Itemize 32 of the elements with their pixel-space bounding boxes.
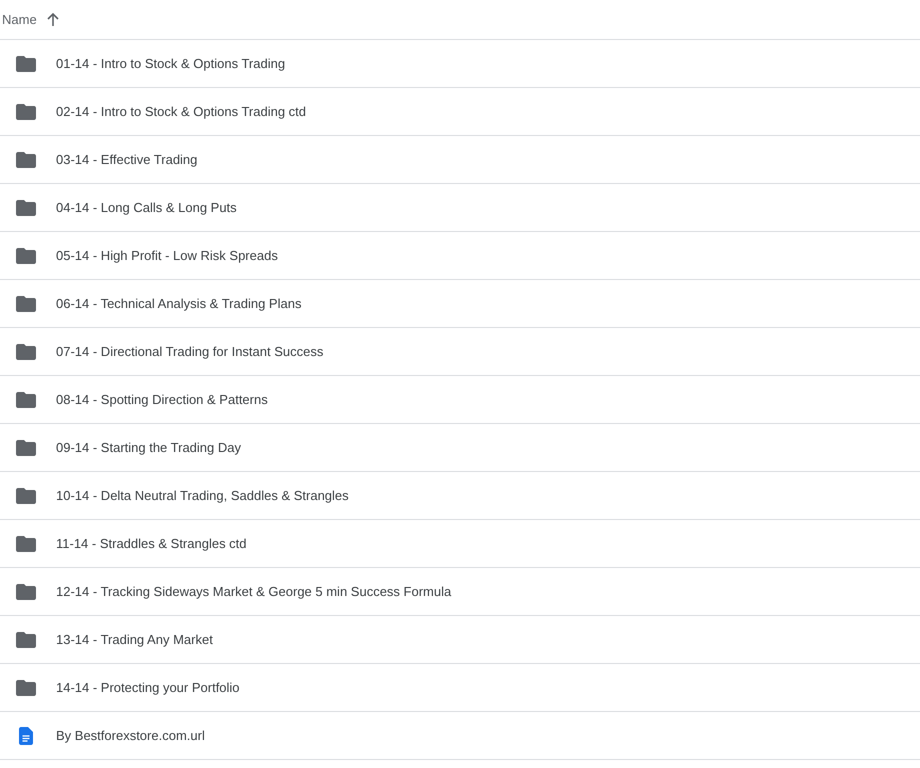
folder-name[interactable]: 04-14 - Long Calls & Long Puts: [56, 200, 237, 215]
folder-name[interactable]: 10-14 - Delta Neutral Trading, Saddles & Strangles: [56, 488, 349, 503]
folder-name[interactable]: 08-14 - Spotting Direction & Patterns: [56, 392, 268, 407]
folder-name[interactable]: 03-14 - Effective Trading: [56, 152, 198, 167]
folder-icon: [16, 56, 36, 72]
folder-name[interactable]: 02-14 - Intro to Stock & Options Trading ctd: [56, 104, 306, 119]
folder-name[interactable]: 12-14 - Tracking Sideways Market & George 5 min Success Formula: [56, 584, 452, 599]
sort-arrow-icon[interactable]: [46, 13, 59, 26]
folder-icon: [16, 584, 36, 600]
folder-name[interactable]: 06-14 - Technical Analysis & Trading Plans: [56, 296, 302, 311]
document-icon: [19, 726, 33, 744]
folder-name[interactable]: 14-14 - Protecting your Portfolio: [56, 680, 240, 695]
folder-name[interactable]: 05-14 - High Profit - Low Risk Spreads: [56, 248, 278, 263]
folder-name[interactable]: 01-14 - Intro to Stock & Options Trading: [56, 56, 286, 71]
folder-icon: [16, 392, 36, 408]
folder-icon: [16, 152, 36, 168]
file-name[interactable]: By Bestforexstore.com.url: [56, 728, 205, 743]
folder-name[interactable]: 11-14 - Straddles & Strangles ctd: [56, 536, 247, 551]
folder-icon: [16, 680, 36, 696]
folder-icon: [16, 488, 36, 504]
folder-icon: [16, 296, 36, 312]
folder-icon: [16, 344, 36, 360]
name-column-header[interactable]: Name: [2, 12, 37, 27]
folder-name[interactable]: 09-14 - Starting the Trading Day: [56, 440, 241, 455]
folder-name[interactable]: 13-14 - Trading Any Market: [56, 632, 213, 647]
folder-icon: [16, 248, 36, 264]
folder-icon: [16, 536, 36, 552]
folder-name[interactable]: 07-14 - Directional Trading for Instant Success: [56, 344, 324, 359]
folder-icon: [16, 440, 36, 456]
folder-icon: [16, 632, 36, 648]
folder-icon: [16, 200, 36, 216]
folder-icon: [16, 104, 36, 120]
